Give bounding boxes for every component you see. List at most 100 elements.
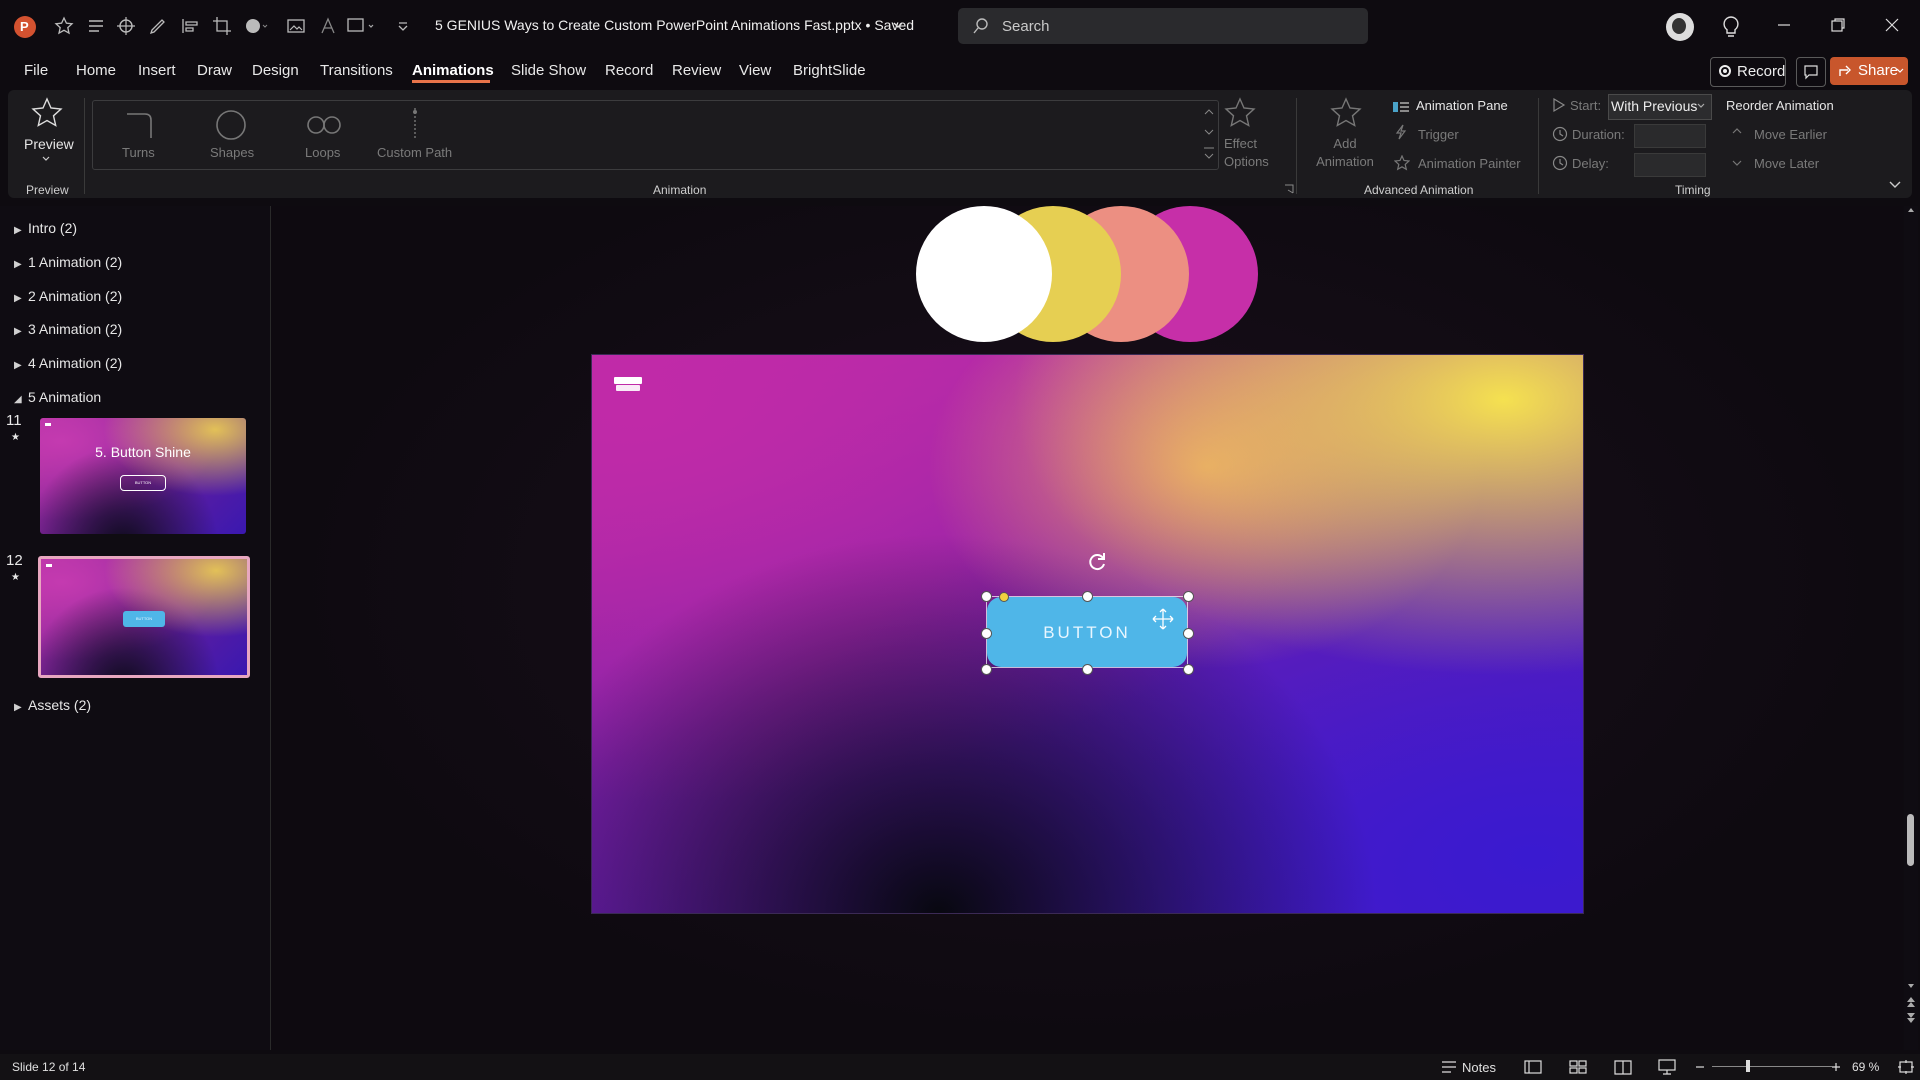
resize-handle-left[interactable] — [981, 628, 992, 639]
menu-slide-show[interactable]: Slide Show — [511, 62, 586, 79]
section-4-animation[interactable]: ▶ 4 Animation (2) — [14, 355, 122, 371]
effect-options-button[interactable]: Effect Options — [1224, 135, 1284, 171]
menu-record[interactable]: Record — [605, 62, 653, 79]
scroll-down-icon[interactable] — [1907, 982, 1915, 990]
move-later-button[interactable]: Move Later — [1754, 156, 1819, 171]
slide-layout-icon[interactable] — [346, 16, 374, 38]
section-3-animation[interactable]: ▶ 3 Animation (2) — [14, 321, 122, 337]
text-icon[interactable] — [318, 16, 340, 38]
section-5-animation[interactable]: ◢ 5 Animation — [14, 389, 101, 405]
zoom-level[interactable]: 69 % — [1852, 1060, 1879, 1074]
add-animation-icon[interactable] — [1328, 96, 1364, 132]
animation-pane-button[interactable]: Animation Pane — [1416, 98, 1508, 113]
preview-star-icon[interactable] — [30, 96, 64, 130]
scrollbar-thumb[interactable] — [1907, 814, 1914, 866]
collapse-ribbon-icon[interactable] — [1888, 180, 1902, 190]
crop-icon[interactable] — [212, 16, 234, 38]
preview-chevron-icon[interactable] — [42, 156, 50, 162]
next-slide-icon[interactable] — [1906, 1012, 1916, 1024]
effect-options-icon[interactable] — [1222, 96, 1258, 132]
section-2-animation[interactable]: ▶ 2 Animation (2) — [14, 288, 122, 304]
zoom-slider-track[interactable] — [1712, 1066, 1832, 1067]
section-assets[interactable]: ▶ Assets (2) — [14, 697, 91, 713]
share-button[interactable]: Share — [1830, 57, 1908, 85]
gallery-scroll[interactable] — [1202, 102, 1216, 166]
share-icon — [1838, 64, 1854, 78]
resize-handle-top-right[interactable] — [1183, 591, 1194, 602]
resize-handle-right[interactable] — [1183, 628, 1194, 639]
document-title[interactable]: 5 GENIUS Ways to Create Custom PowerPoin… — [435, 17, 914, 33]
zoom-out-icon[interactable] — [1694, 1059, 1706, 1075]
lightbulb-icon[interactable] — [1720, 15, 1742, 39]
menu-draw[interactable]: Draw — [197, 62, 232, 79]
menu-review[interactable]: Review — [672, 62, 721, 79]
corner-radius-handle[interactable] — [999, 592, 1009, 602]
move-earlier-button[interactable]: Move Earlier — [1754, 127, 1827, 142]
section-1-animation[interactable]: ▶ 1 Animation (2) — [14, 254, 122, 270]
shape-fill-icon[interactable] — [244, 16, 268, 38]
align-icon[interactable] — [180, 16, 202, 38]
gallery-item-custom-path[interactable]: Custom Path — [377, 145, 452, 160]
trigger-button[interactable]: Trigger — [1418, 127, 1459, 142]
minimize-icon[interactable] — [1776, 17, 1792, 33]
menu-brightslide[interactable]: BrightSlide — [793, 62, 866, 79]
gallery-item-loops[interactable]: Loops — [305, 145, 340, 160]
slide-sorter-icon[interactable] — [1569, 1059, 1587, 1075]
previous-slide-icon[interactable] — [1906, 996, 1916, 1008]
search-box[interactable]: Search — [958, 8, 1368, 44]
start-select[interactable]: With Previous — [1608, 94, 1712, 120]
palette-circle-white[interactable] — [916, 206, 1052, 342]
delay-field[interactable] — [1634, 153, 1706, 177]
reading-view-icon[interactable] — [1614, 1059, 1632, 1075]
selection-frame — [986, 596, 1188, 668]
resize-handle-top-left[interactable] — [981, 591, 992, 602]
animation-gallery[interactable] — [92, 100, 1219, 170]
gallery-item-turns[interactable]: Turns — [122, 145, 155, 160]
star-icon[interactable] — [54, 16, 76, 38]
gallery-item-shapes[interactable]: Shapes — [210, 145, 254, 160]
menu-file[interactable]: File — [24, 62, 48, 79]
resize-handle-top[interactable] — [1082, 591, 1093, 602]
slide-number-12: 12 — [6, 552, 23, 569]
duration-field[interactable] — [1634, 124, 1706, 148]
menu-view[interactable]: View — [739, 62, 771, 79]
close-icon[interactable] — [1884, 17, 1900, 33]
normal-view-icon[interactable] — [1524, 1059, 1542, 1075]
resize-handle-bottom[interactable] — [1082, 664, 1093, 675]
menu-insert[interactable]: Insert — [138, 62, 176, 79]
customize-toolbar-icon[interactable] — [396, 16, 418, 38]
record-button[interactable]: Record — [1710, 57, 1786, 87]
preview-button[interactable]: Preview — [24, 136, 74, 152]
menu-home[interactable]: Home — [76, 62, 116, 79]
comments-button[interactable] — [1796, 57, 1826, 87]
custom-path-icon — [405, 106, 425, 142]
animation-star-icon: ★ — [11, 432, 20, 443]
list-icon[interactable] — [86, 16, 108, 38]
menu-transitions[interactable]: Transitions — [320, 62, 393, 79]
zoom-slider-thumb[interactable] — [1746, 1060, 1750, 1072]
animation-painter-button[interactable]: Animation Painter — [1418, 156, 1521, 171]
resize-handle-bottom-left[interactable] — [981, 664, 992, 675]
slideshow-view-icon[interactable] — [1658, 1059, 1676, 1075]
dialog-launcher-icon[interactable] — [1284, 184, 1294, 194]
add-animation-button[interactable]: Add Animation — [1310, 135, 1380, 171]
restore-icon[interactable] — [1830, 17, 1846, 33]
picture-icon[interactable] — [286, 16, 308, 38]
slide-thumbnail-12-selected[interactable]: BUTTON — [38, 556, 250, 678]
resize-handle-bottom-right[interactable] — [1183, 664, 1194, 675]
draw-icon[interactable] — [148, 16, 170, 38]
section-intro[interactable]: ▶ Intro (2) — [14, 220, 77, 236]
menu-animations[interactable]: Animations — [412, 62, 494, 79]
scroll-up-icon[interactable] — [1907, 206, 1915, 214]
record-icon — [1719, 65, 1731, 77]
fit-to-window-icon[interactable] — [1898, 1059, 1914, 1075]
avatar[interactable] — [1666, 13, 1694, 41]
chevron-down-icon[interactable] — [892, 19, 904, 31]
turns-icon — [124, 108, 158, 142]
vertical-scrollbar[interactable] — [1904, 206, 1918, 1050]
move-icon[interactable] — [116, 16, 138, 38]
slide-thumbnail-11[interactable]: 5. Button Shine BUTTON — [40, 418, 246, 534]
rotate-handle-icon[interactable] — [1085, 550, 1109, 574]
zoom-in-icon[interactable] — [1830, 1059, 1842, 1075]
menu-design[interactable]: Design — [252, 62, 299, 79]
